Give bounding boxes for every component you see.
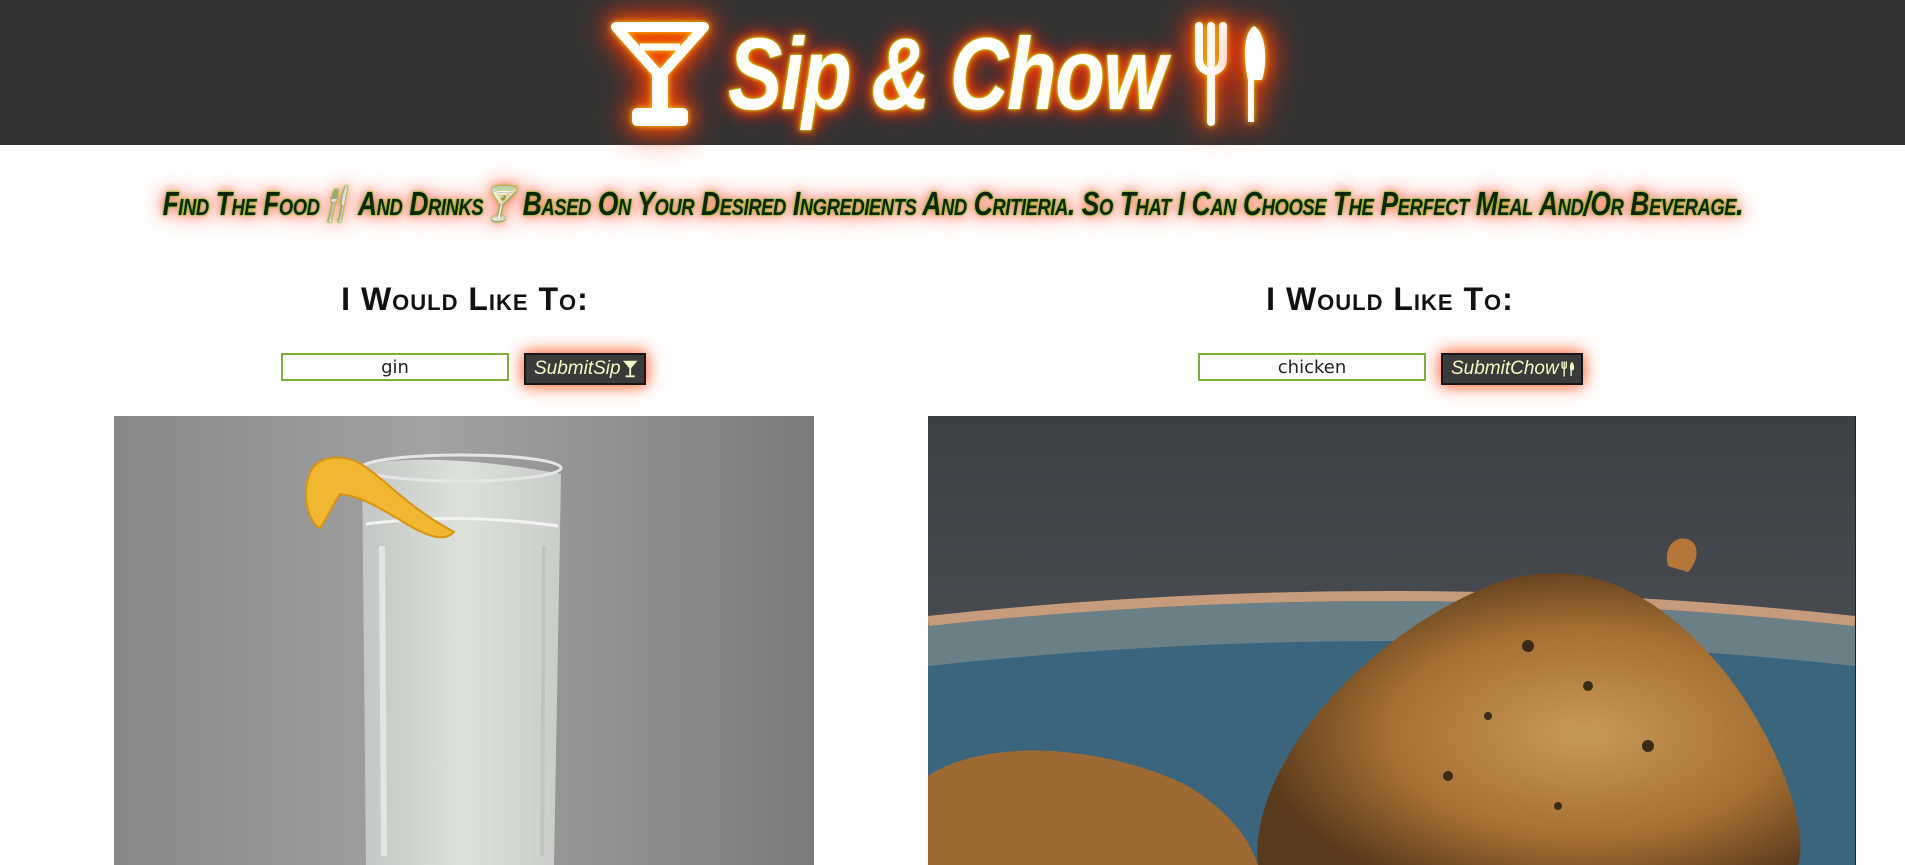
submit-chow-label: SubmitChow [1451,358,1559,379]
tagline: Find The Food🍴 And Drinks🍸 Based On Your… [0,176,1905,232]
sip-search-input[interactable] [281,353,509,381]
gin-fizz-glass-illustration [304,453,563,865]
tagline-text: Find The Food🍴 And Drinks🍸 Based On Your… [162,184,1743,222]
drink-image [114,416,814,865]
fork-icon [1195,22,1227,126]
knife-icon [1244,26,1266,122]
submit-sip-label: SubmitSip [534,358,621,379]
roasted-chicken-illustration [928,416,1855,865]
sip-heading: I Would Like To: [341,281,589,317]
header-bar: Sip & Chow [0,0,1905,145]
food-image [928,416,1856,865]
fork-knife-icon [1561,361,1574,377]
brand-title: Sip & Chow [728,17,1167,131]
cocktail-glass-icon [622,360,638,378]
brand-logo: Sip & Chow [610,14,1272,134]
submit-chow-button[interactable]: SubmitChow [1441,353,1583,385]
submit-sip-button[interactable]: SubmitSip [524,353,646,385]
chow-search-input[interactable] [1198,353,1426,381]
chow-heading: I Would Like To: [1266,281,1514,317]
cocktail-glass-icon [611,22,709,126]
